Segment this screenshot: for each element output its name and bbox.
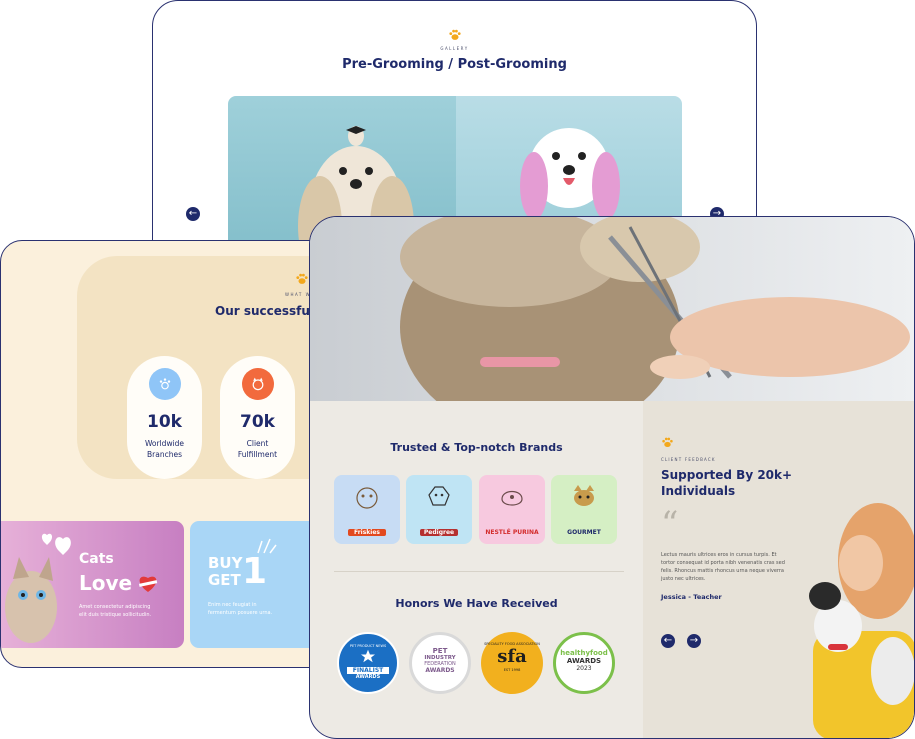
- paw-icon: [448, 29, 461, 40]
- cat-outline-icon: [356, 487, 378, 509]
- woman-with-dogs-photo: [809, 503, 914, 738]
- testimonial-panel: CLIENT FEEDBACK Supported By 20k+ Individ…: [643, 401, 914, 738]
- cat-face-icon: [574, 485, 594, 506]
- dog-face-icon: [241, 368, 274, 400]
- award-speciality-food-association: SPECIALITY FOOD ASSOCIATION sfa EST 1998: [481, 632, 543, 694]
- stat-worldwide-branches: 10k Worldwide Branches: [127, 356, 202, 479]
- brand-label: GOURMET: [567, 529, 601, 536]
- stats-title: Our successful: [215, 304, 315, 318]
- brand-label: Friskies: [348, 529, 386, 536]
- paw-icon: [296, 273, 308, 284]
- testimonial-next-arrow[interactable]: →: [687, 634, 701, 648]
- buy-get-body: Enim nec feugiat in fermentum posuere urn…: [208, 602, 273, 616]
- brand-label: NESTLÉ PURINA: [485, 529, 539, 536]
- brand-label: Pedigree: [420, 529, 458, 536]
- brand-purina[interactable]: NESTLÉ PURINA: [479, 475, 545, 544]
- sparkle-icon: [257, 538, 277, 554]
- cats-line1: Cats: [79, 551, 114, 567]
- award-healthy-food: healthyfood AWARDS 2023: [553, 632, 615, 694]
- brand-friskies[interactable]: Friskies: [334, 475, 400, 544]
- stat-value: 70k: [240, 412, 275, 432]
- brands-title: Trusted & Top-notch Brands: [390, 441, 563, 454]
- pet-outline-icon: [501, 490, 523, 506]
- cats-body: Amet consectetur adipiscing elit duis tri…: [79, 604, 152, 618]
- hearts-icon: [41, 533, 71, 555]
- main-card: Trusted & Top-notch Brands Friskies Pedi…: [309, 216, 915, 739]
- gallery-kicker: GALLERY: [440, 46, 469, 51]
- stat-value: 10k: [147, 412, 182, 432]
- dog-outline-icon: [428, 486, 450, 506]
- quote-icon: “: [661, 504, 679, 544]
- gallery-title: Pre-Grooming / Post-Grooming: [342, 57, 567, 72]
- star-icon: [361, 649, 375, 663]
- divider: [334, 571, 624, 572]
- buy-get-text: BUY GET: [208, 554, 243, 589]
- gallery-prev-arrow[interactable]: ←: [186, 207, 200, 221]
- paw-icon: [662, 437, 673, 448]
- buy-get-big-number: 1: [242, 551, 268, 592]
- paw-outline-icon: [148, 368, 181, 400]
- testimonial-author: Jessica - Teacher: [661, 593, 722, 601]
- cats-love-promo[interactable]: Cats Love Amet consectetur adipiscing eli…: [1, 521, 184, 648]
- testimonial-kicker: CLIENT FEEDBACK: [661, 457, 716, 462]
- cats-line2: Love: [79, 571, 133, 595]
- award-pet-industry-federation: PET INDUSTRY FEDERATION AWARDS: [409, 632, 471, 694]
- stat-label: Worldwide Branches: [144, 439, 185, 459]
- testimonial-prev-arrow[interactable]: ←: [661, 634, 675, 648]
- testimonial-body: Lectus mauris ultrices eros in cursus tu…: [661, 552, 785, 582]
- brand-pedigree[interactable]: Pedigree: [406, 475, 472, 544]
- heart-icon: [138, 576, 158, 592]
- grooming-hero-photo: [310, 217, 914, 401]
- stat-label: Client Fulfillment: [237, 439, 278, 459]
- brand-gourmet[interactable]: GOURMET: [551, 475, 617, 544]
- stat-client-fulfillment: 70k Client Fulfillment: [220, 356, 295, 479]
- honors-title: Honors We Have Received: [395, 597, 558, 610]
- testimonial-title: Supported By 20k+ Individuals: [661, 468, 793, 498]
- award-pet-product-news: PET PRODUCT NEWS FINALIST AWARDS: [337, 632, 399, 694]
